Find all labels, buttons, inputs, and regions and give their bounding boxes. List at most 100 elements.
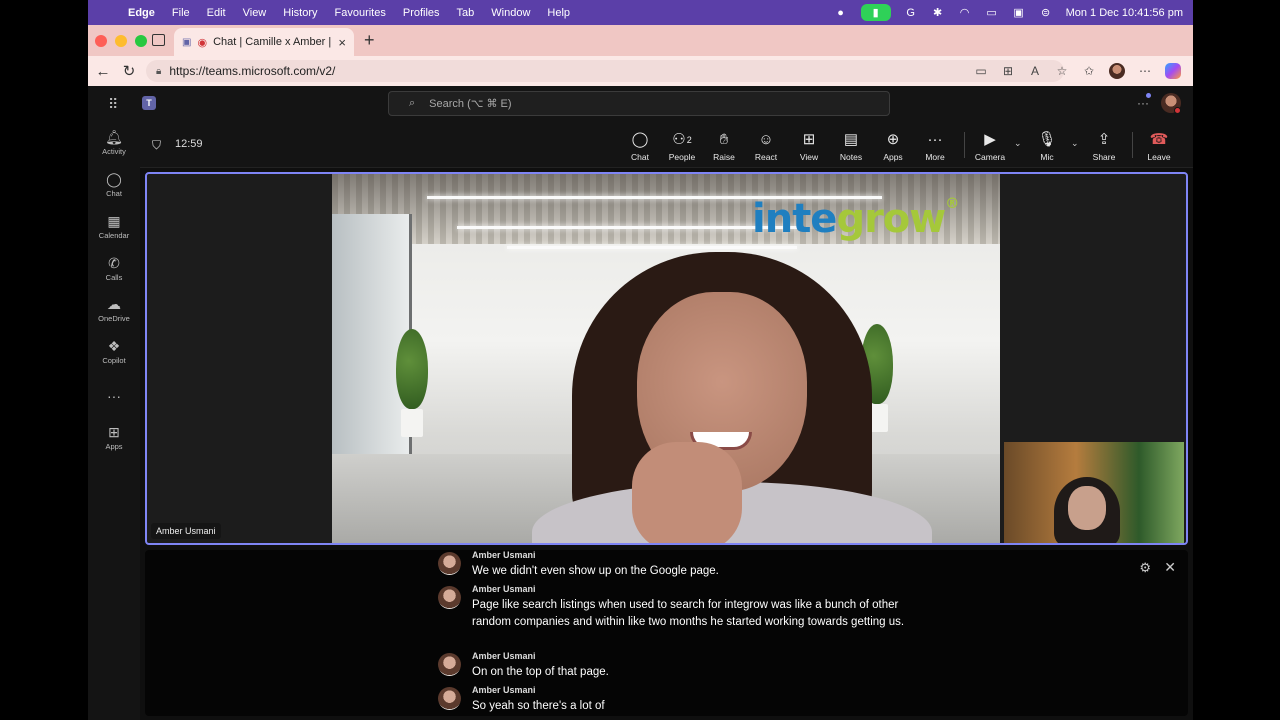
leave-button[interactable]: ☎︎ Leave [1138,130,1180,162]
app-launcher-icon[interactable]: ⠿ [108,96,119,113]
app-available-icon[interactable]: ⊞ [1001,64,1015,78]
window-close-button[interactable] [95,35,107,47]
ctrl-label: People [668,152,696,162]
menu-file[interactable]: File [172,7,190,19]
display-icon[interactable]: ▣ [1012,6,1026,20]
rail-item-calendar[interactable]: ▦ Calendar [88,212,140,240]
rail-item-onedrive[interactable]: ☁︎ OneDrive [88,295,140,323]
menu-tab[interactable]: Tab [457,7,475,19]
profile-avatar[interactable] [1109,63,1125,79]
favorite-star-icon[interactable]: ☆ [1055,64,1069,78]
ctrl-label: Share [1092,152,1116,162]
camera-permission-icon[interactable]: ▭ [974,64,988,78]
copilot-rail-icon: ❖ [107,338,121,354]
video-camera-icon: ▶ [984,131,996,148]
rail-label: OneDrive [98,314,130,323]
menu-app-name[interactable]: Edge [128,7,155,19]
control-center-icon[interactable]: ⊜ [1039,6,1053,20]
hand-icon: ✋︎ [719,131,729,148]
favorites-icon[interactable]: ✩ [1082,64,1096,78]
mic-button[interactable]: 🎙︎ Mic [1026,130,1068,162]
rail-item-chat[interactable]: ◯ Chat [88,170,140,198]
meeting-timer: 12:59 [175,138,203,150]
apps-button[interactable]: ⊕ Apps [872,130,914,162]
smiley-icon: ☺ [758,131,774,148]
rail-item-apps[interactable]: ⊞ Apps [88,423,140,451]
camera-button[interactable]: ▶ Camera [969,130,1011,162]
caption-settings-gear-icon[interactable]: ⚙ [1139,560,1151,576]
search-icon: ⌕ [409,97,416,109]
browser-tab-active[interactable]: ▣ ◉ Chat | Camille x Amber | Int × [174,28,354,56]
site-info-icon[interactable]: 🔒︎ [156,66,161,77]
teams-header: ⠿ T ⌕ Search (⌥ ⌘ E) ··· [88,86,1193,122]
rail-item-activity[interactable]: 🔔︎ Activity [88,128,140,156]
hang-up-icon: ☎︎ [1149,131,1169,148]
people-button[interactable]: ⚇2 People [661,130,703,162]
caption-text: We we didn't even show up on the Google … [472,565,719,577]
camera-in-use-icon[interactable]: ▮ [860,4,891,21]
menu-view[interactable]: View [243,7,267,19]
microphone-icon: 🎙︎ [1037,131,1057,148]
caption-text: Page like search listings when used to s… [472,599,905,628]
search-placeholder: Search (⌥ ⌘ E) [429,98,512,110]
sidebar-toggle-icon[interactable] [152,34,165,46]
tab-close-icon[interactable]: × [338,35,346,50]
raise-hand-button[interactable]: ✋︎ Raise [703,130,745,162]
search-input[interactable]: ⌕ Search (⌥ ⌘ E) [388,91,890,116]
tab-title: Chat | Camille x Amber | Int [213,36,335,48]
menu-help[interactable]: Help [547,7,570,19]
menu-window[interactable]: Window [491,7,530,19]
new-tab-button[interactable]: + [364,30,375,51]
ctrl-label: Camera [974,152,1006,162]
ctrl-label: React [754,152,778,162]
view-button[interactable]: ⊞ View [788,130,830,162]
address-bar[interactable]: 🔒︎ https://teams.microsoft.com/v2/ [146,60,1064,82]
camera-options-chevron-icon[interactable]: ⌄ [1014,138,1022,149]
caption-speaker: Amber Usmani [472,550,536,560]
battery-icon[interactable]: ▭ [985,6,999,20]
chat-bubble-icon: ◯ [631,131,649,148]
menu-favourites[interactable]: Favourites [335,7,386,19]
reload-icon[interactable]: ↻ [116,62,142,80]
window-zoom-button[interactable] [135,35,147,47]
read-aloud-icon[interactable]: A [1028,64,1042,78]
rail-item-copilot[interactable]: ❖ Copilot [88,337,140,365]
menu-edit[interactable]: Edit [207,7,226,19]
header-more-icon[interactable]: ··· [1137,96,1149,110]
menubar-clock[interactable]: Mon 1 Dec 10:41:56 pm [1066,7,1183,19]
more-button[interactable]: ··· More [914,130,956,162]
more-icon: ··· [107,388,121,404]
caption-avatar [438,586,461,609]
rail-item-calls[interactable]: ✆ Calls [88,254,140,282]
self-view-video[interactable] [1004,442,1184,543]
back-arrow-icon[interactable]: ← [90,63,116,80]
bluetooth-icon[interactable]: ✱ [931,6,945,20]
caption-speaker: Amber Usmani [472,685,536,695]
notes-button[interactable]: ▤ Notes [830,130,872,162]
caption-text: On on the top of that page. [472,666,609,678]
ctrl-label: Raise [713,152,735,162]
ctrl-label: Chat [631,152,649,162]
menu-profiles[interactable]: Profiles [403,7,440,19]
rail-label: Apps [105,442,123,451]
wifi-icon[interactable]: ◠ [958,6,972,20]
window-minimize-button[interactable] [115,35,127,47]
mic-options-chevron-icon[interactable]: ⌄ [1071,138,1079,149]
copilot-icon[interactable] [1165,63,1181,79]
caption-close-icon[interactable]: ✕ [1164,559,1176,576]
menu-history[interactable]: History [283,7,317,19]
ceiling-light [457,226,797,229]
record-icon[interactable]: ● [834,6,848,20]
react-button[interactable]: ☺ React [745,130,787,162]
rail-item-more[interactable]: ··· [88,387,140,405]
ctrl-label: Mic [1040,152,1054,162]
browser-more-icon[interactable]: ⋯ [1138,64,1152,78]
grammarly-icon[interactable]: G [904,6,918,20]
plus-square-icon: ⊞ [108,424,120,440]
background-logo: integrow® [752,196,959,242]
grid-view-icon: ⊞ [802,131,816,148]
shield-icon[interactable]: ⛉ [152,138,161,153]
speaker-video[interactable]: integrow® [332,174,1000,543]
share-button[interactable]: ⇪ Share [1083,130,1125,162]
chat-button[interactable]: ◯ Chat [619,130,661,162]
